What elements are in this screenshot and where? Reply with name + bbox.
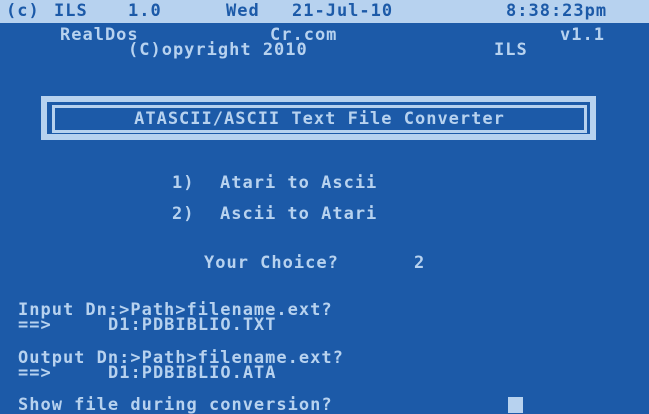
input-filename-value[interactable]: D1:PDBIBLIO.TXT xyxy=(108,316,277,334)
header-author: ILS xyxy=(494,40,528,60)
status-version: 1.0 xyxy=(128,1,162,21)
status-time: 8:38:23pm xyxy=(506,1,608,21)
input-arrow: ==> xyxy=(18,315,52,335)
status-bar: (c) ILS 1.0 Wed 21-Jul-10 8:38:23pm xyxy=(0,0,649,23)
status-date: 21-Jul-10 xyxy=(292,1,394,21)
text-cursor[interactable] xyxy=(508,397,523,413)
status-copyright: (c) xyxy=(6,1,40,21)
status-day: Wed xyxy=(226,1,260,21)
header-version: v1.1 xyxy=(560,25,605,45)
title-banner-inner: ATASCII/ASCII Text File Converter xyxy=(47,102,590,134)
terminal-screen: (c) ILS 1.0 Wed 21-Jul-10 8:38:23pm Real… xyxy=(0,0,649,414)
output-filename-value[interactable]: D1:PDBIBLIO.ATA xyxy=(108,364,277,382)
menu-option-key: 1) xyxy=(172,173,195,193)
title-banner-frame: ATASCII/ASCII Text File Converter xyxy=(52,105,587,133)
choice-value[interactable]: 2 xyxy=(414,254,425,272)
show-file-prompt: Show file during conversion? xyxy=(18,395,333,414)
title-banner: ATASCII/ASCII Text File Converter xyxy=(41,96,596,140)
menu-option-label: Ascii to Atari xyxy=(220,204,378,224)
menu-option-key: 2) xyxy=(172,204,195,224)
choice-prompt: Your Choice? xyxy=(204,253,339,273)
output-arrow: ==> xyxy=(18,363,52,383)
menu-option-label: Atari to Ascii xyxy=(220,173,378,193)
status-product: ILS xyxy=(54,1,88,21)
header-copyright: (C)opyright 2010 xyxy=(128,40,308,60)
page-title: ATASCII/ASCII Text File Converter xyxy=(134,109,505,129)
header-app-name: RealDos xyxy=(60,25,139,45)
